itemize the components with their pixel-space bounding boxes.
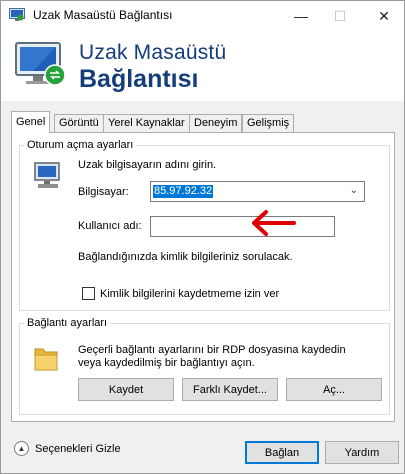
hide-options-link[interactable]: Seçenekleri Gizle (35, 443, 121, 455)
footer-bar: ▲ Seçenekleri Gizle Bağlan Yardım (1, 429, 404, 473)
computer-value: 85.97.92.32 (153, 185, 214, 198)
connect-button[interactable]: Bağlan (245, 441, 319, 464)
logon-instruction: Uzak bilgisayarın adını girin. (78, 159, 217, 171)
red-arrow-left-icon (252, 210, 296, 236)
folder-icon (34, 348, 58, 371)
chevron-up-icon[interactable]: ▲ (14, 441, 29, 456)
username-label: Kullanıcı adı: (78, 220, 142, 232)
connection-description: Geçerli bağlantı ayarlarını bir RDP dosy… (78, 344, 346, 369)
username-input[interactable] (150, 216, 335, 237)
logon-settings-legend: Oturum açma ayarları (27, 139, 134, 151)
minimize-button[interactable]: — (284, 1, 318, 31)
banner-title-line1: Uzak Masaüstü (79, 41, 227, 64)
tab-display[interactable]: Görüntü (54, 114, 104, 132)
close-button[interactable]: ✕ (367, 1, 401, 31)
general-tab-panel: Oturum açma ayarları Uzak bilgisayarın a… (11, 132, 395, 422)
title-bar: Uzak Masaüstü Bağlantısı — ☐ ✕ (1, 1, 404, 31)
tab-local-resources[interactable]: Yerel Kaynaklar (103, 114, 190, 132)
header-banner: Uzak Masaüstü Bağlantısı (1, 31, 404, 101)
rdp-window: Uzak Masaüstü Bağlantısı — ☐ ✕ Uzak Masa… (0, 0, 405, 474)
credentials-prompt-text: Bağlandığınızda kimlik bilgileriniz soru… (78, 251, 293, 263)
computer-combobox[interactable]: 85.97.92.32 ⌄ (150, 181, 365, 202)
save-credentials-label[interactable]: Kimlik bilgilerini kaydetmeme izin ver (100, 288, 279, 300)
tab-control: Genel Görüntü Yerel Kaynaklar Deneyim Ge… (1, 101, 404, 429)
connection-settings-legend: Bağlantı ayarları (27, 317, 108, 329)
window-title: Uzak Masaüstü Bağlantısı (33, 8, 173, 22)
save-button[interactable]: Kaydet (78, 378, 174, 401)
open-button[interactable]: Aç... (286, 378, 382, 401)
remote-desktop-monitor-icon (15, 42, 66, 86)
help-button[interactable]: Yardım (325, 441, 399, 464)
tab-advanced[interactable]: Gelişmiş (242, 114, 295, 132)
save-as-button[interactable]: Farklı Kaydet... (182, 378, 278, 401)
chevron-down-icon[interactable]: ⌄ (350, 185, 358, 196)
computer-icon (34, 162, 60, 188)
computer-label: Bilgisayar: (78, 186, 129, 198)
tab-experience[interactable]: Deneyim (189, 114, 243, 132)
banner-title-line2: Bağlantısı (79, 65, 199, 93)
maximize-button[interactable]: ☐ (323, 1, 357, 31)
remote-desktop-icon (9, 8, 25, 21)
tab-general[interactable]: Genel (11, 111, 51, 133)
save-credentials-checkbox[interactable] (82, 287, 95, 300)
